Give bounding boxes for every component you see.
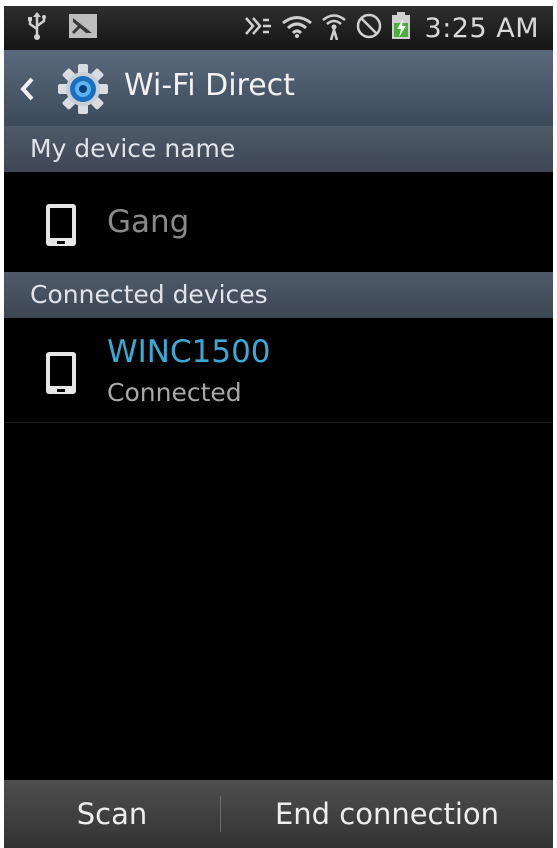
wifi-direct-icon: [321, 12, 347, 44]
settings-gear-icon[interactable]: [56, 62, 110, 120]
my-device-row[interactable]: Gang: [4, 172, 553, 272]
phone-device-icon: [44, 202, 78, 252]
status-time: 3:25 AM: [424, 12, 539, 44]
phone-screen: 3:25 AM Wi-Fi Direct My device name Gang…: [4, 6, 553, 848]
connected-device-row[interactable]: WINC1500 Connected: [4, 318, 553, 423]
phone-device-icon: [44, 350, 78, 400]
no-signal-icon: [355, 12, 383, 44]
connected-device-status: Connected: [107, 378, 242, 407]
nfc-icon: [243, 14, 273, 42]
chevron-left-icon[interactable]: [18, 76, 36, 106]
section-header-my-device: My device name: [4, 126, 553, 172]
usb-icon: [26, 11, 48, 45]
status-bar-right: 3:25 AM: [243, 6, 539, 50]
notification-icon: [68, 13, 98, 43]
section-header-connected-devices: Connected devices: [4, 272, 553, 318]
scan-button[interactable]: Scan: [4, 780, 220, 848]
status-bar-left: [26, 6, 98, 50]
status-bar: 3:25 AM: [4, 6, 553, 50]
action-bar: Wi-Fi Direct: [4, 50, 553, 126]
end-connection-button[interactable]: End connection: [221, 780, 553, 848]
bottom-action-bar: Scan End connection: [4, 780, 553, 848]
battery-charging-icon: [391, 12, 411, 44]
my-device-name: Gang: [107, 204, 190, 240]
wifi-icon: [281, 14, 313, 42]
connected-device-name: WINC1500: [107, 334, 271, 370]
page-title: Wi-Fi Direct: [124, 68, 295, 103]
